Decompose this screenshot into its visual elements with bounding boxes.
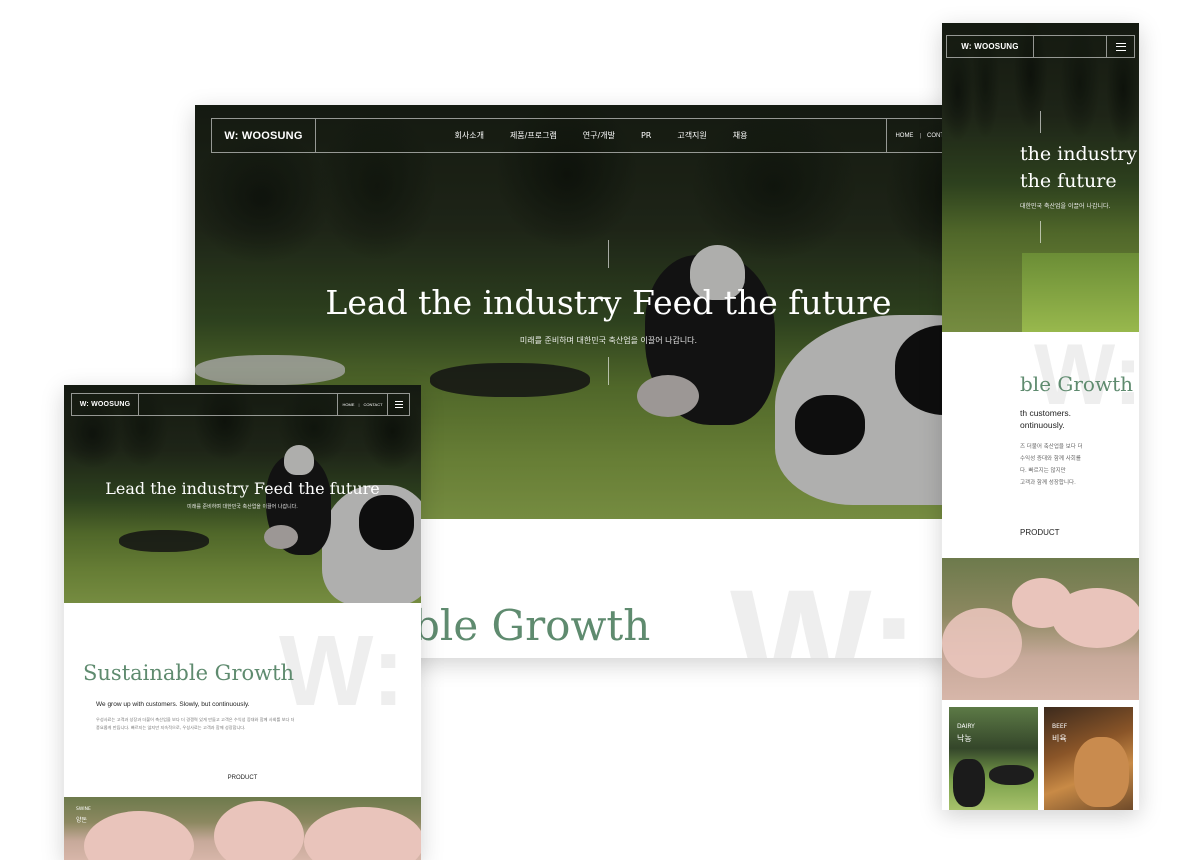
nav-item-research[interactable]: 연구/개발 [583, 130, 615, 141]
tablet-growth-heading: Sustainable Growth [83, 661, 295, 685]
mobile-mockup: W: WOOSUNG the industry the future 대한민국 … [942, 23, 1139, 810]
nav-menu: 회사소개 제품/프로그램 연구/개발 PR 고객지원 채용 [316, 119, 886, 152]
tablet-hero-title: Lead the industry Feed the future [105, 479, 380, 498]
tablet-hero: W: WOOSUNG HOME | CONTACT Lead the indus… [64, 385, 421, 603]
growth-heading: ble Growth [413, 601, 651, 650]
tablet-intro: We grow up with customers. Slowly, but c… [96, 701, 250, 708]
nav-item-company[interactable]: 회사소개 [454, 130, 483, 141]
mobile-growth-section: W: ble Growth th customers. ontinuously.… [942, 332, 1139, 558]
logo[interactable]: W: WOOSUNG [212, 119, 316, 152]
mobile-hero-title-2: the future [1020, 170, 1117, 192]
card-dairy[interactable]: DAIRY 낙농 [949, 707, 1038, 810]
nav-item-products[interactable]: 제품/프로그램 [510, 130, 557, 141]
watermark: W: [730, 558, 919, 658]
mobile-logo[interactable]: W: WOOSUNG [947, 36, 1034, 57]
tablet-menu-icon[interactable] [387, 394, 409, 415]
tablet-contact-link[interactable]: CONTACT [364, 402, 383, 407]
tablet-hero-subtitle: 미래를 준비하며 대한민국 축산업을 이끌어 나갑니다. [187, 504, 298, 510]
hero-subtitle: 미래를 준비하며 대한민국 축산업을 이끌어 나갑니다. [519, 336, 698, 345]
tablet-product-link[interactable]: PRODUCT [64, 775, 421, 781]
mobile-swine-image [942, 558, 1139, 700]
card-beef[interactable]: BEEF 비육 [1044, 707, 1133, 810]
tablet-nav: W: WOOSUNG HOME | CONTACT [71, 393, 410, 416]
mobile-menu-icon[interactable] [1106, 36, 1134, 57]
mobile-hero: W: WOOSUNG the industry the future 대한민국 … [942, 23, 1139, 332]
nav-item-careers[interactable]: 채용 [733, 130, 748, 141]
home-link[interactable]: HOME [895, 133, 913, 139]
tablet-home-link[interactable]: HOME [342, 402, 354, 407]
tablet-swine-image: SWINE 양돈 [64, 797, 421, 860]
mobile-hero-subtitle: 대한민국 축산업을 이끌어 나갑니다. [1020, 203, 1111, 210]
nav-item-support[interactable]: 고객지원 [677, 130, 706, 141]
mobile-nav: W: WOOSUNG [946, 35, 1135, 58]
mobile-hero-title-1: the industry [1020, 143, 1138, 165]
tablet-mockup: W: WOOSUNG HOME | CONTACT Lead the indus… [64, 385, 421, 860]
hero-title: Lead the industry Feed the future [325, 283, 892, 322]
nav-item-pr[interactable]: PR [641, 131, 651, 140]
tablet-logo[interactable]: W: WOOSUNG [72, 394, 139, 415]
main-nav: W: WOOSUNG 회사소개 제품/프로그램 연구/개발 PR 고객지원 채용… [211, 118, 999, 153]
tablet-growth-section: W: Sustainable Growth We grow up with cu… [64, 603, 421, 797]
mobile-growth-heading: ble Growth [1020, 372, 1134, 396]
mobile-product-link[interactable]: PRODUCT [1020, 528, 1060, 537]
